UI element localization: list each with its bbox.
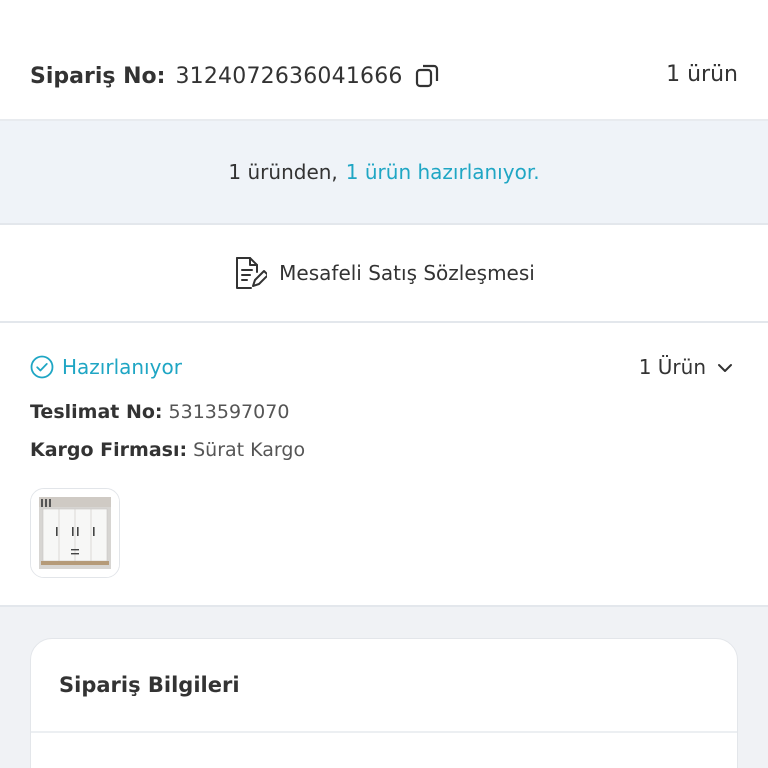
shipment-item-count: 1 Ürün — [638, 355, 706, 379]
document-edit-icon — [233, 255, 270, 291]
wardrobe-image — [31, 489, 119, 577]
shipment-status-label: Hazırlanıyor — [62, 355, 182, 379]
delivery-number-label: Teslimat No: — [30, 401, 163, 423]
status-summary-highlight: 1 ürün hazırlanıyor. — [345, 160, 540, 184]
order-info-card: Sipariş Bilgileri — [30, 638, 738, 768]
order-number-label: Sipariş No: — [30, 63, 166, 89]
contract-label: Mesafeli Satış Sözleşmesi — [279, 261, 535, 285]
shipment-status: Hazırlanıyor — [30, 355, 182, 379]
order-header: Sipariş No: 3124072636041666 1 ürün — [0, 0, 768, 121]
distance-sales-contract-link[interactable]: Mesafeli Satış Sözleşmesi — [0, 225, 768, 323]
carrier-label: Kargo Firması: — [30, 439, 188, 461]
order-info-title: Sipariş Bilgileri — [59, 673, 240, 697]
check-circle-icon — [30, 355, 54, 379]
carrier-row: Kargo Firması: Sürat Kargo — [30, 439, 305, 461]
delivery-number-row: Teslimat No: 5313597070 — [30, 401, 289, 423]
order-number-value: 3124072636041666 — [175, 63, 403, 89]
order-number-row: Sipariş No: 3124072636041666 — [30, 62, 441, 90]
product-thumbnail[interactable] — [30, 488, 120, 578]
delivery-number-value: 5313597070 — [168, 401, 290, 423]
order-info-section: Sipariş Bilgileri — [0, 607, 768, 768]
order-status-summary: 1 üründen, 1 ürün hazırlanıyor. — [0, 121, 768, 225]
copy-icon[interactable] — [413, 62, 441, 90]
chevron-down-icon — [716, 358, 734, 376]
status-summary-prefix: 1 üründen, — [228, 160, 338, 184]
carrier-value: Sürat Kargo — [193, 439, 306, 461]
card-divider — [31, 731, 737, 733]
shipment-card: Hazırlanıyor 1 Ürün Teslimat No: 53135970… — [0, 323, 768, 607]
order-item-count: 1 ürün — [666, 62, 738, 87]
shipment-items-toggle[interactable]: 1 Ürün — [639, 355, 734, 379]
